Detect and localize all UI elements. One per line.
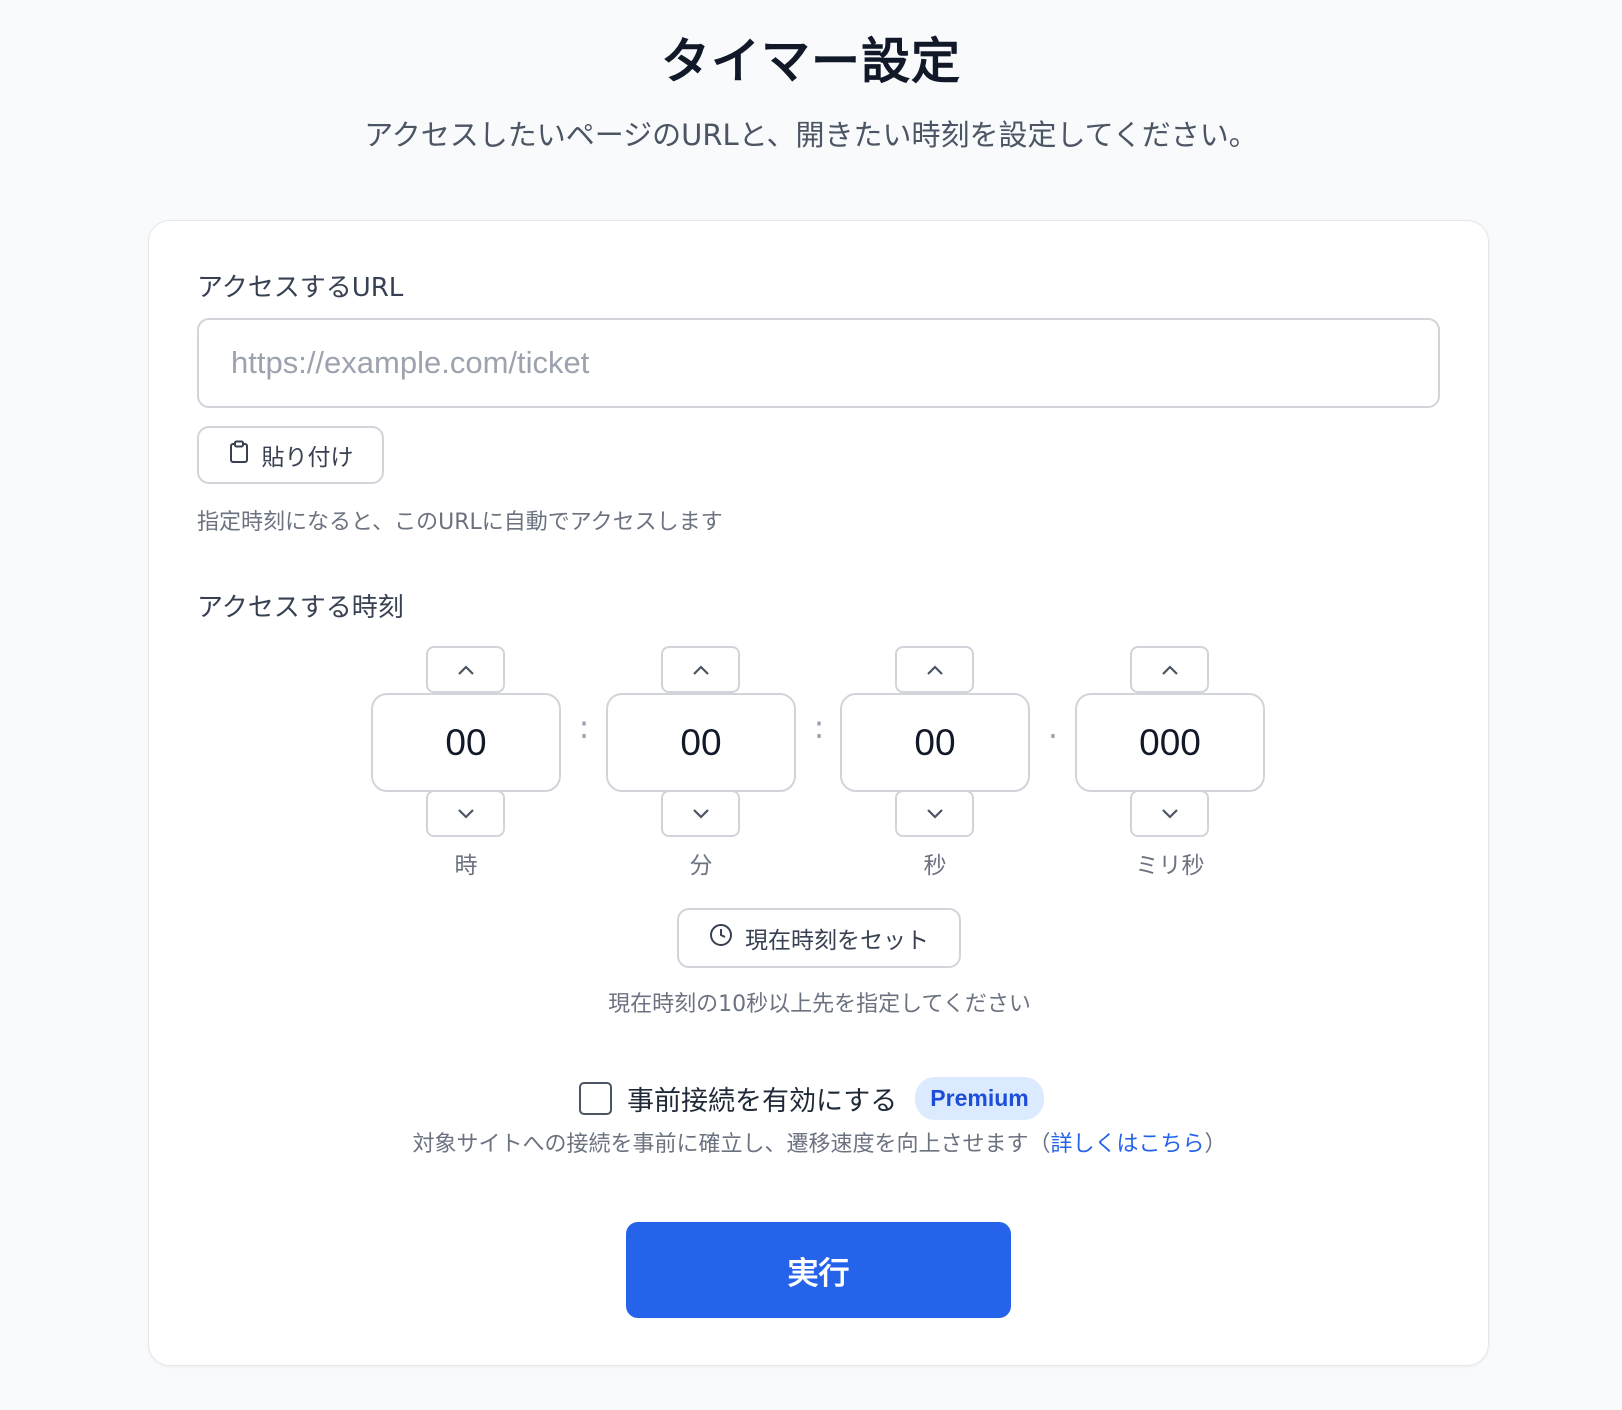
preconnect-description-text: 対象サイトへの接続を事前に確立し、遷移速度を向上させます（ [412,1132,1051,1157]
milliseconds-decrement-button[interactable] [1130,790,1209,837]
chevron-up-icon [457,664,474,675]
preconnect-row: 事前接続を有効にする Premium [579,1076,1044,1120]
premium-badge: Premium [915,1076,1044,1120]
set-current-time-label: 現在時刻をセット [745,927,929,953]
time-separator: : [813,708,825,746]
hours-unit-label: 時 [454,853,478,879]
minutes-increment-button[interactable] [661,646,740,693]
hours-field[interactable]: 00 [371,693,561,792]
paste-button[interactable]: 貼り付け [197,426,384,484]
hours-decrement-button[interactable] [426,790,505,837]
preconnect-label[interactable]: 事前接続を有効にする [627,1079,897,1118]
learn-more-link[interactable]: 詳しくはこちら [1050,1132,1204,1157]
run-button[interactable]: 実行 [626,1222,1011,1318]
timer-settings-card: アクセスするURL 貼り付け 指定時刻になると、このURLに自動でアクセスします… [148,220,1489,1366]
paste-button-label: 貼り付け [261,444,354,470]
seconds-unit-label: 秒 [923,853,947,879]
time-hint: 現在時刻の10秒以上先を指定してください [608,992,1031,1017]
page-title: タイマー設定 [660,33,961,90]
seconds-increment-button[interactable] [895,646,974,693]
chevron-up-icon [926,664,943,675]
chevron-down-icon [1161,808,1178,819]
url-label: アクセスするURL [197,273,404,303]
chevron-up-icon [1161,664,1178,675]
chevron-down-icon [692,808,709,819]
time-separator: . [1047,708,1059,746]
chevron-up-icon [692,664,709,675]
minutes-field[interactable]: 00 [606,693,796,792]
minutes-decrement-button[interactable] [661,790,740,837]
hours-increment-button[interactable] [426,646,505,693]
url-input[interactable] [197,318,1440,408]
chevron-down-icon [926,808,943,819]
preconnect-description-suffix: ） [1204,1132,1227,1157]
milliseconds-increment-button[interactable] [1130,646,1209,693]
url-hint: 指定時刻になると、このURLに自動でアクセスします [197,510,723,535]
clipboard-icon [228,440,250,470]
seconds-field[interactable]: 00 [840,693,1030,792]
milliseconds-unit-label: ミリ秒 [1135,853,1205,879]
time-label: アクセスする時刻 [197,593,404,623]
clock-icon [709,923,733,953]
minutes-unit-label: 分 [689,853,713,879]
preconnect-description: 対象サイトへの接続を事前に確立し、遷移速度を向上させます（詳しくはこちら） [149,1126,1490,1158]
milliseconds-field[interactable]: 000 [1075,693,1265,792]
preconnect-checkbox[interactable] [579,1081,612,1115]
set-current-time-button[interactable]: 現在時刻をセット [677,908,961,968]
page-subtitle: アクセスしたいページのURLと、開きたい時刻を設定してください。 [364,118,1258,152]
time-separator: : [578,708,590,746]
seconds-decrement-button[interactable] [895,790,974,837]
chevron-down-icon [457,808,474,819]
